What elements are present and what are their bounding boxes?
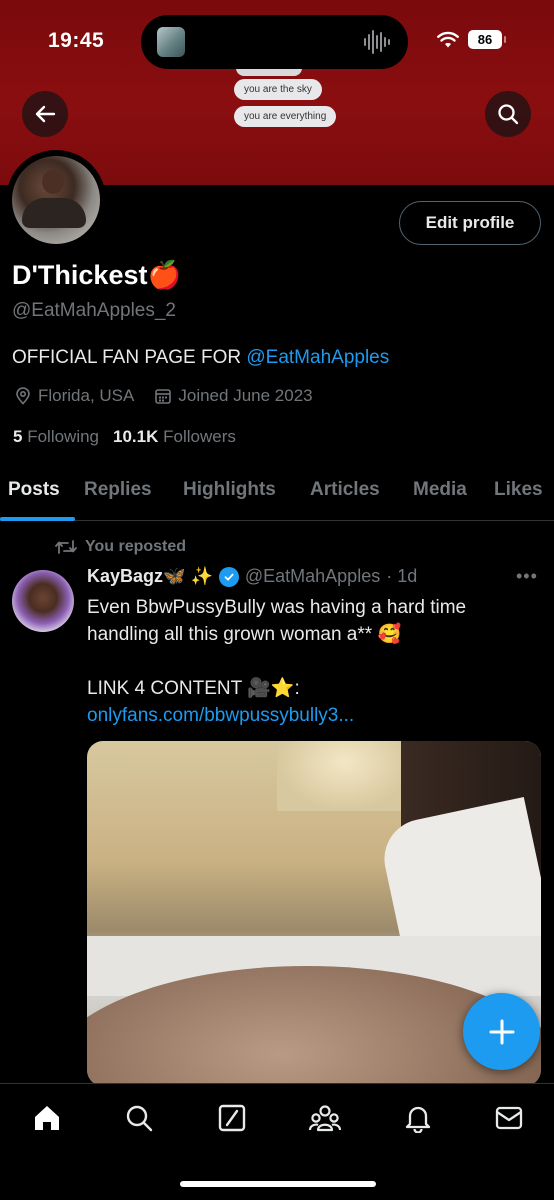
- back-arrow-icon: [35, 105, 56, 123]
- post-author-avatar[interactable]: [12, 570, 74, 632]
- post-author-handle[interactable]: @EatMahApples: [245, 566, 380, 587]
- compose-button[interactable]: [463, 993, 540, 1070]
- edit-profile-button[interactable]: Edit profile: [399, 201, 541, 245]
- nav-messages[interactable]: [492, 1101, 526, 1135]
- media-lamp-glow: [277, 741, 412, 811]
- tab-likes[interactable]: Likes: [494, 479, 543, 501]
- tab-posts[interactable]: Posts: [8, 479, 60, 501]
- profile-handle: @EatMahApples_2: [12, 300, 176, 321]
- profile-avatar[interactable]: [12, 156, 100, 244]
- following-count: 5: [13, 427, 23, 446]
- profile-meta: Florida, USA Joined June 2023: [14, 386, 333, 406]
- location-text: Florida, USA: [38, 386, 135, 405]
- nav-grok[interactable]: [215, 1101, 249, 1135]
- tab-highlights[interactable]: Highlights: [183, 479, 276, 501]
- post-body: Even BbwPussyBully was having a hard tim…: [87, 594, 527, 729]
- repost-indicator: You reposted: [55, 538, 186, 556]
- followers-label: Followers: [163, 427, 236, 446]
- follow-stats: 5 Following 10.1K Followers: [13, 427, 236, 447]
- dynamic-island[interactable]: [141, 15, 408, 69]
- repost-icon: [55, 540, 77, 554]
- tab-articles[interactable]: Articles: [310, 479, 380, 501]
- joined-item: Joined June 2023: [154, 386, 313, 406]
- following-link[interactable]: 5 Following: [13, 427, 99, 447]
- nav-home[interactable]: [30, 1101, 64, 1135]
- audio-waveform-icon: [364, 30, 390, 54]
- profile-bio: OFFICIAL FAN PAGE FOR @EatMahApples: [12, 347, 389, 369]
- active-tab-indicator: [0, 517, 75, 521]
- post-link-line: LINK 4 CONTENT 🎥⭐: onlyfans.com/bbwpussy…: [87, 675, 527, 729]
- status-time: 19:45: [48, 29, 105, 52]
- post-author-name[interactable]: KayBagz🦋 ✨: [87, 566, 213, 587]
- calendar-icon: [155, 389, 172, 404]
- followers-count: 10.1K: [113, 427, 159, 446]
- explore-icon: [126, 1105, 153, 1132]
- notifications-icon: [405, 1106, 431, 1133]
- nav-explore[interactable]: [122, 1101, 156, 1135]
- now-playing-thumbnail: [157, 27, 185, 57]
- communities-icon: [308, 1105, 342, 1132]
- following-label: Following: [27, 427, 100, 446]
- battery-indicator: 86: [468, 30, 506, 49]
- status-indicators: 86: [437, 30, 506, 49]
- verified-icon: [218, 566, 239, 587]
- back-button[interactable]: [22, 91, 68, 137]
- search-icon: [498, 104, 519, 125]
- repost-label: You reposted: [85, 538, 187, 555]
- home-icon: [35, 1106, 59, 1130]
- search-button[interactable]: [485, 91, 531, 137]
- bio-text: OFFICIAL FAN PAGE FOR: [12, 347, 247, 368]
- bio-mention-link[interactable]: @EatMahApples: [246, 347, 389, 368]
- followers-link[interactable]: 10.1K Followers: [113, 427, 236, 447]
- location-item: Florida, USA: [14, 386, 134, 406]
- nav-notifications[interactable]: [401, 1101, 435, 1135]
- post-time: · 1d: [386, 566, 418, 586]
- grok-icon: [218, 1104, 246, 1132]
- tab-replies[interactable]: Replies: [84, 479, 152, 501]
- home-indicator: [180, 1181, 376, 1187]
- location-pin-icon: [16, 387, 30, 405]
- banner-chat-bubble: you are the sky: [234, 79, 322, 100]
- more-icon[interactable]: •••: [516, 566, 538, 587]
- nav-communities[interactable]: [308, 1101, 342, 1135]
- profile-tabs: Posts Replies Highlights Articles Media …: [0, 467, 554, 521]
- profile-display-name: D'Thickest🍎: [12, 260, 182, 290]
- post-header: KayBagz🦋 ✨ @EatMahApples · 1d: [87, 566, 417, 587]
- messages-icon: [495, 1106, 523, 1130]
- post-link-prefix: LINK 4 CONTENT 🎥⭐:: [87, 678, 300, 699]
- post-text-line: Even BbwPussyBully was having a hard tim…: [87, 597, 467, 645]
- banner-chat-bubble: you are everything: [234, 106, 337, 127]
- joined-text: Joined June 2023: [178, 386, 313, 405]
- compose-plus-icon: [489, 1019, 514, 1044]
- tab-media[interactable]: Media: [413, 479, 467, 501]
- wifi-icon: [437, 31, 459, 48]
- post-external-link[interactable]: onlyfans.com/bbwpussybully3...: [87, 705, 354, 726]
